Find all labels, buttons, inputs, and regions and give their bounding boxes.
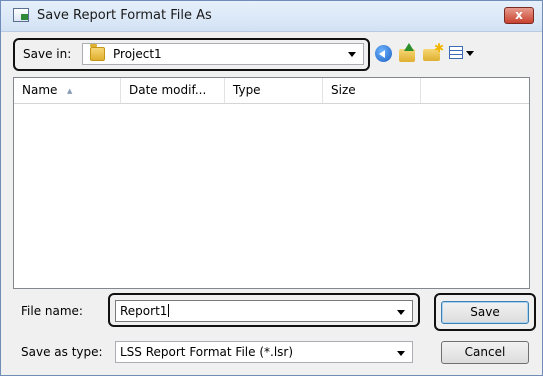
view-dropdown-icon[interactable] (466, 51, 474, 56)
app-icon (13, 8, 29, 22)
folder-icon (90, 44, 105, 61)
file-list[interactable]: Name ▲ Date modif... Type Size (13, 77, 530, 289)
savetype-label: Save as type: (21, 345, 103, 359)
chevron-down-icon[interactable] (397, 351, 405, 356)
column-type[interactable]: Type (225, 78, 323, 103)
window-title: Save Report Format File As (37, 8, 212, 23)
view-menu-icon[interactable] (449, 46, 463, 59)
text-caret (168, 304, 170, 317)
filename-field[interactable]: Report1 (115, 300, 413, 322)
chevron-down-icon[interactable] (397, 310, 405, 315)
filename-value: Report1 (120, 304, 168, 318)
savetype-value: LSS Report Format File (*.lsr) (120, 345, 294, 359)
save-button[interactable]: Save (441, 301, 529, 324)
savein-combobox[interactable]: Project1 (82, 43, 364, 65)
sort-ascending-icon: ▲ (67, 87, 73, 95)
new-folder-icon[interactable]: ✱ (423, 42, 444, 63)
close-button[interactable]: x (504, 7, 534, 24)
save-dialog: Save Report Format File As x Save in: Pr… (0, 0, 543, 376)
column-headers: Name ▲ Date modif... Type Size (14, 78, 529, 104)
filename-label: File name: (21, 304, 83, 318)
up-folder-icon[interactable] (399, 43, 417, 63)
back-icon[interactable] (375, 45, 392, 62)
column-name[interactable]: Name ▲ (14, 78, 121, 103)
savetype-select[interactable]: LSS Report Format File (*.lsr) (115, 341, 413, 363)
savein-label: Save in: (23, 47, 72, 61)
column-size[interactable]: Size (323, 78, 421, 103)
chevron-down-icon[interactable] (348, 52, 356, 57)
column-date-modified[interactable]: Date modif... (121, 78, 225, 103)
savein-value: Project1 (113, 47, 162, 61)
cancel-button[interactable]: Cancel (441, 341, 529, 364)
title-bar: Save Report Format File As x (1, 1, 542, 32)
close-icon: x (515, 8, 523, 22)
